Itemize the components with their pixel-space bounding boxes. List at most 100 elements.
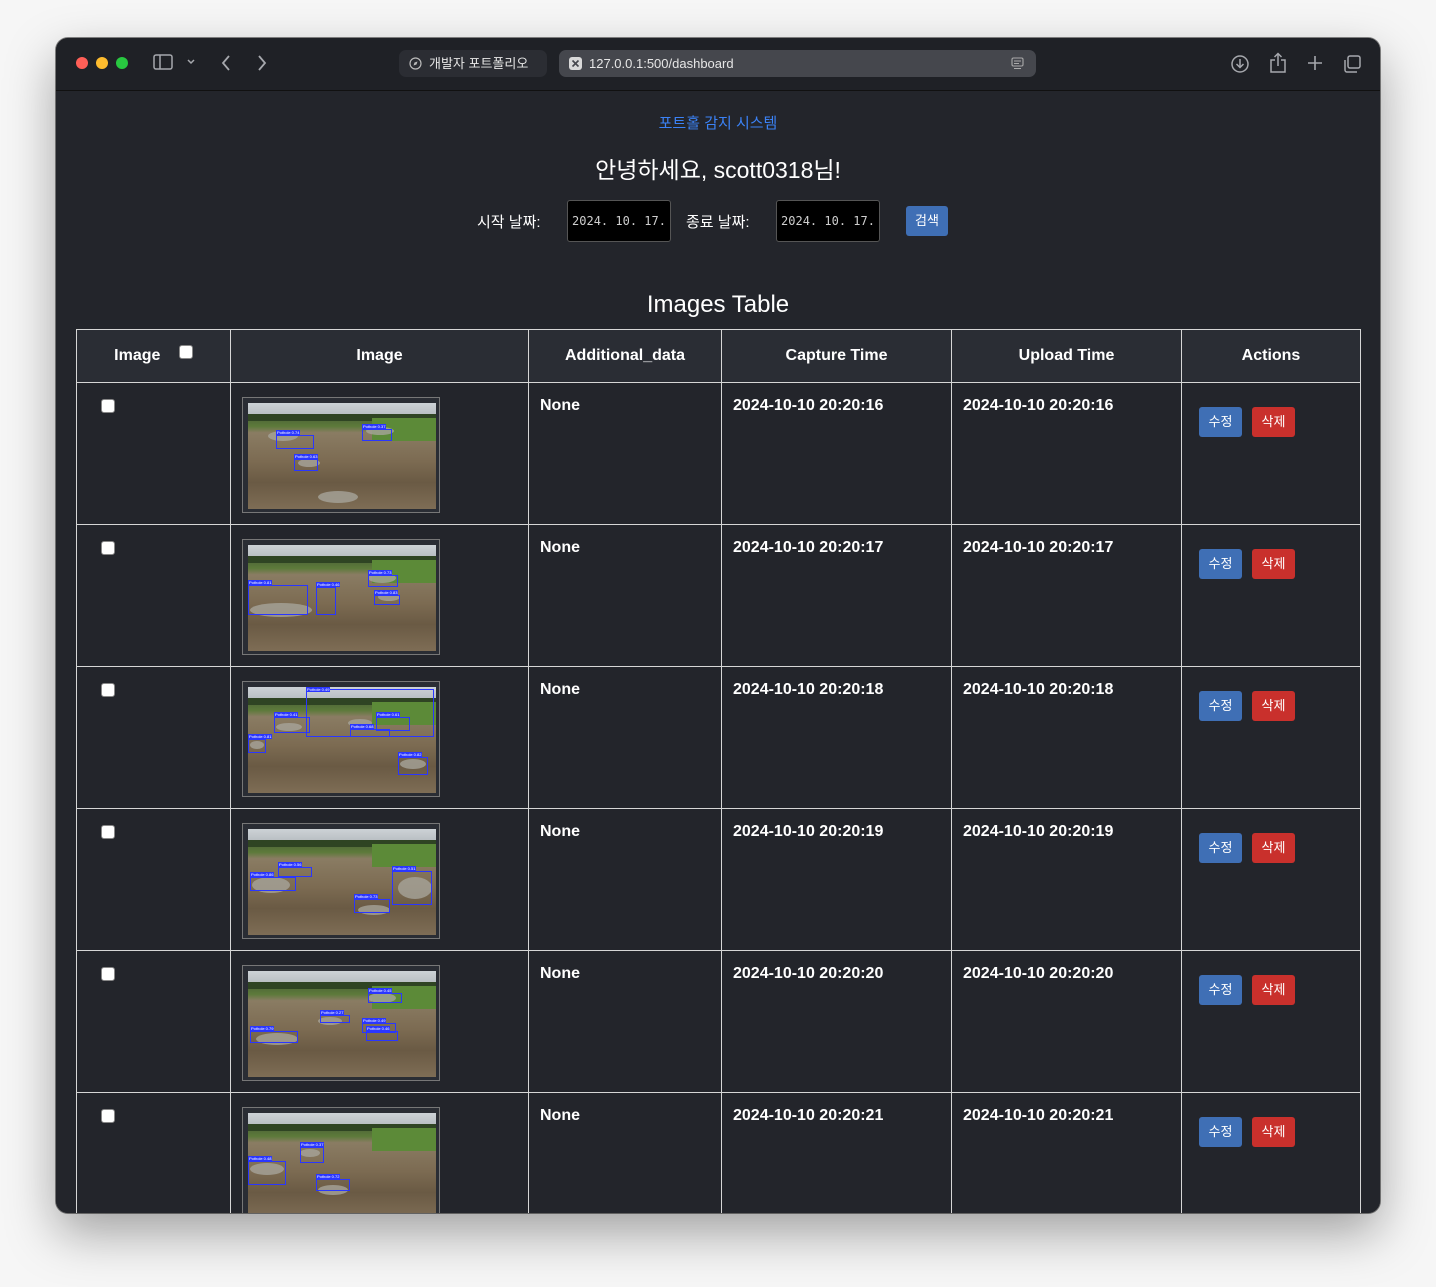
detection-label: Pothole 0.45 (368, 988, 393, 993)
detection-box (300, 1147, 324, 1163)
edit-button[interactable]: 수정 (1199, 975, 1242, 1005)
greeting-heading: 안녕하세요, scott0318님! (595, 157, 841, 183)
detection-label: Pothole 0.49 (306, 687, 331, 692)
pothole-detection-image: Pothole 0.41 Pothole 0.49 Pothole 0.61 Poth… (248, 687, 436, 793)
table-row: Pothole 0.37 Pothole 0.48 Pothole 0.72 Non… (76, 1092, 1361, 1213)
delete-button[interactable]: 삭제 (1252, 691, 1295, 721)
delete-button[interactable]: 삭제 (1252, 975, 1295, 1005)
edit-button[interactable]: 수정 (1199, 833, 1242, 863)
detection-label: Pothole 0.48 (248, 1156, 273, 1161)
end-date-input[interactable]: 2024. 10. 17. (776, 200, 880, 242)
detection-label: Pothole 0.74 (276, 430, 301, 435)
table-row: Pothole 0.56 Pothole 0.51 Pothole 0.86 Poth… (76, 808, 1361, 951)
download-icon[interactable] (1229, 54, 1251, 80)
edit-button[interactable]: 수정 (1199, 407, 1242, 437)
start-date-label: 시작 날짜: (477, 214, 541, 231)
minimize-window-button[interactable] (96, 57, 108, 69)
tab-overview-icon[interactable] (1341, 54, 1363, 80)
search-button[interactable]: 검색 (906, 206, 948, 236)
delete-button[interactable]: 삭제 (1252, 833, 1295, 863)
detection-thumbnail[interactable]: Pothole 0.74 Pothole 0.37 Pothole 0.63 (242, 397, 440, 513)
reader-icon[interactable] (1011, 57, 1024, 70)
start-date-input[interactable]: 2024. 10. 17. (567, 200, 671, 242)
detection-thumbnail[interactable]: Pothole 0.37 Pothole 0.48 Pothole 0.72 (242, 1107, 440, 1213)
detection-box (248, 739, 266, 753)
detection-label: Pothole 0.73 (368, 570, 393, 575)
image-cell: Pothole 0.45 Pothole 0.27 Pothole 0.49 Poth… (230, 950, 529, 1093)
actions-cell: 수정 삭제 (1181, 808, 1361, 951)
select-cell (76, 382, 231, 525)
detection-thumbnail[interactable]: Pothole 0.41 Pothole 0.49 Pothole 0.61 Poth… (242, 681, 440, 797)
table-row: Pothole 0.41 Pothole 0.49 Pothole 0.61 Poth… (76, 666, 1361, 809)
upload-time-cell: 2024-10-10 20:20:21 (951, 1092, 1182, 1213)
images-table: Image Image Additional_data Capture Time… (76, 329, 1361, 1213)
additional-data-cell: None (528, 524, 722, 667)
detection-box (250, 877, 296, 891)
detection-box (362, 429, 392, 441)
delete-button[interactable]: 삭제 (1252, 407, 1295, 437)
detection-box (248, 585, 308, 615)
capture-time-cell: 2024-10-10 20:20:18 (721, 666, 952, 809)
sidebar-icon[interactable] (152, 54, 174, 76)
select-cell (76, 524, 231, 667)
edit-button[interactable]: 수정 (1199, 549, 1242, 579)
detection-thumbnail[interactable]: Pothole 0.81 Pothole 0.46 Pothole 0.73 Poth… (242, 539, 440, 655)
detection-box (398, 757, 428, 775)
capture-time-cell: 2024-10-10 20:20:21 (721, 1092, 952, 1213)
column-header-additional-data: Additional_data (528, 329, 722, 383)
delete-button[interactable]: 삭제 (1252, 549, 1295, 579)
select-cell (76, 666, 231, 809)
edit-button[interactable]: 수정 (1199, 691, 1242, 721)
column-header-image: Image (230, 329, 529, 383)
row-select-checkbox[interactable] (101, 824, 115, 839)
new-tab-icon[interactable] (1304, 54, 1326, 78)
address-bar[interactable]: 127.0.0.1:500/dashboard (559, 50, 1036, 77)
actions-cell: 수정 삭제 (1181, 1092, 1361, 1213)
image-cell: Pothole 0.41 Pothole 0.49 Pothole 0.61 Poth… (230, 666, 529, 809)
share-icon[interactable] (1267, 52, 1289, 80)
detection-box (368, 575, 398, 587)
delete-button[interactable]: 삭제 (1252, 1117, 1295, 1147)
row-select-checkbox[interactable] (101, 1108, 115, 1123)
pothole-detection-image: Pothole 0.74 Pothole 0.37 Pothole 0.63 (248, 403, 436, 509)
detection-label: Pothole 0.68 (350, 724, 375, 729)
additional-data-cell: None (528, 950, 722, 1093)
browser-toolbar: 개발자 포트폴리오 127.0.0.1:500/dashboard (56, 38, 1380, 91)
detection-box (294, 459, 318, 471)
pothole-detection-image: Pothole 0.45 Pothole 0.27 Pothole 0.49 Poth… (248, 971, 436, 1077)
url-text: 127.0.0.1:500/dashboard (589, 56, 734, 71)
row-select-checkbox[interactable] (101, 682, 115, 697)
upload-time-cell: 2024-10-10 20:20:20 (951, 950, 1182, 1093)
column-header-upload-time: Upload Time (951, 329, 1182, 383)
pothole-puddle (318, 491, 358, 503)
chevron-down-icon[interactable] (184, 54, 198, 76)
back-arrow-icon[interactable] (216, 54, 236, 78)
detection-thumbnail[interactable]: Pothole 0.56 Pothole 0.51 Pothole 0.86 Poth… (242, 823, 440, 939)
detection-label: Pothole 0.46 (316, 582, 341, 587)
image-cell: Pothole 0.56 Pothole 0.51 Pothole 0.86 Poth… (230, 808, 529, 951)
row-select-checkbox[interactable] (101, 966, 115, 981)
edit-button[interactable]: 수정 (1199, 1117, 1242, 1147)
zoom-window-button[interactable] (116, 57, 128, 69)
row-select-checkbox[interactable] (101, 540, 115, 555)
detection-thumbnail[interactable]: Pothole 0.45 Pothole 0.27 Pothole 0.49 Poth… (242, 965, 440, 1081)
grass-field (372, 843, 436, 868)
upload-time-cell: 2024-10-10 20:20:19 (951, 808, 1182, 951)
detection-box (366, 1031, 398, 1041)
tab-portfolio[interactable]: 개발자 포트폴리오 (399, 50, 547, 77)
forward-arrow-icon[interactable] (252, 54, 272, 78)
additional-data-cell: None (528, 666, 722, 809)
app-title-link[interactable]: 포트홀 감지 시스템 (56, 112, 1380, 133)
table-row: Pothole 0.74 Pothole 0.37 Pothole 0.63 Non… (76, 382, 1361, 525)
page-close-icon[interactable] (569, 57, 582, 70)
select-all-checkbox[interactable] (178, 344, 193, 359)
detection-label: Pothole 0.37 (300, 1142, 325, 1147)
detection-box (320, 1015, 350, 1023)
compass-icon (409, 57, 422, 70)
detection-label: Pothole 0.41 (274, 712, 299, 717)
dashboard-page: 포트홀 감지 시스템 안녕하세요, scott0318님! 시작 날짜: 202… (56, 91, 1380, 1213)
upload-time-cell: 2024-10-10 20:20:18 (951, 666, 1182, 809)
capture-time-cell: 2024-10-10 20:20:17 (721, 524, 952, 667)
row-select-checkbox[interactable] (101, 398, 115, 413)
close-window-button[interactable] (76, 57, 88, 69)
